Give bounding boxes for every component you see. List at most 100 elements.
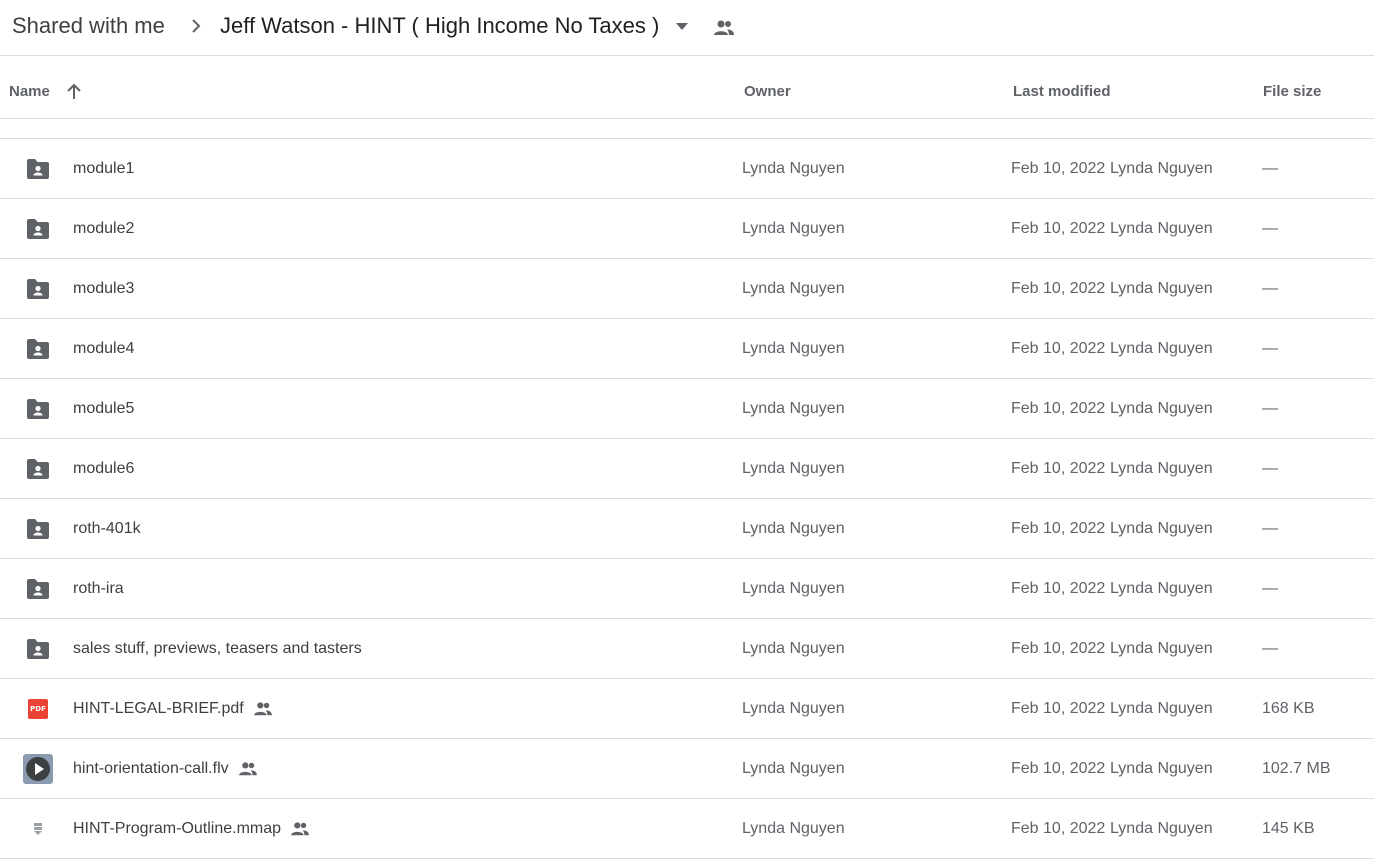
- file-row[interactable]: module6 Lynda Nguyen Feb 10, 2022 Lynda Ngu…: [0, 439, 1374, 499]
- shared-folder-icon: [22, 636, 54, 662]
- video-icon: [22, 754, 54, 784]
- file-name[interactable]: module2: [73, 219, 134, 239]
- file-name-text: module5: [73, 400, 135, 417]
- file-row[interactable]: hint-orientation-call.flv Lynda Nguyen Feb…: [0, 739, 1374, 799]
- file-size: —: [1262, 580, 1278, 597]
- file-modified-date: Feb 10, 2022: [1011, 400, 1106, 417]
- file-row[interactable]: module2 Lynda Nguyen Feb 10, 2022 Lynda Ngu…: [0, 199, 1374, 259]
- column-file-size-header[interactable]: File size: [1263, 83, 1321, 101]
- file-modified-date: Feb 10, 2022: [1011, 820, 1106, 837]
- file-name-text: module6: [73, 460, 135, 477]
- people-icon: [237, 761, 259, 777]
- file-modified-by: Lynda Nguyen: [1110, 580, 1213, 597]
- file-modified-date: Feb 10, 2022: [1011, 160, 1106, 177]
- people-icon: [252, 701, 274, 717]
- file-owner: Lynda Nguyen: [742, 760, 845, 777]
- breadcrumb-current-folder[interactable]: Jeff Watson - HINT ( High Income No Taxe…: [220, 12, 659, 40]
- shared-folder-icon: [22, 456, 54, 482]
- file-modified-date: Feb 10, 2022: [1011, 220, 1106, 237]
- shared-folder-icon: [22, 396, 54, 422]
- file-row[interactable]: roth-ira Lynda Nguyen Feb 10, 2022 Lynda Ng…: [0, 559, 1374, 619]
- file-modified-by: Lynda Nguyen: [1110, 460, 1213, 477]
- file-row[interactable]: module1 Lynda Nguyen Feb 10, 2022 Lynda Ngu…: [0, 139, 1374, 199]
- file-name[interactable]: roth-ira: [73, 579, 124, 599]
- file-size: —: [1262, 520, 1278, 537]
- file-row[interactable]: module5 Lynda Nguyen Feb 10, 2022 Lynda Ngu…: [0, 379, 1374, 439]
- file-modified-by: Lynda Nguyen: [1110, 760, 1213, 777]
- file-size: —: [1262, 340, 1278, 357]
- file-owner: Lynda Nguyen: [742, 700, 845, 717]
- file-name[interactable]: hint-orientation-call.flv: [73, 759, 259, 779]
- file-modified-date: Feb 10, 2022: [1011, 700, 1106, 717]
- file-modified-date: Feb 10, 2022: [1011, 280, 1106, 297]
- column-last-modified-header[interactable]: Last modified: [1013, 83, 1111, 101]
- breadcrumb-shared-with-me[interactable]: Shared with me: [12, 12, 165, 40]
- shared-folder-icon: [22, 516, 54, 542]
- people-icon: [712, 18, 736, 38]
- file-name-text: module3: [73, 280, 135, 297]
- file-size: —: [1262, 460, 1278, 477]
- file-modified-by: Lynda Nguyen: [1110, 640, 1213, 657]
- column-header: Name Owner Last modified File size: [0, 57, 1374, 119]
- file-name-text: hint-orientation-call.flv: [73, 760, 229, 777]
- file-owner: Lynda Nguyen: [742, 220, 845, 237]
- file-owner: Lynda Nguyen: [742, 280, 845, 297]
- file-owner: Lynda Nguyen: [742, 820, 845, 837]
- file-name-text: module2: [73, 220, 135, 237]
- file-name[interactable]: module3: [73, 279, 134, 299]
- file-name[interactable]: HINT-Program-Outline.mmap: [73, 819, 311, 839]
- file-owner: Lynda Nguyen: [742, 580, 845, 597]
- file-name[interactable]: module4: [73, 339, 134, 359]
- file-modified-by: Lynda Nguyen: [1110, 340, 1213, 357]
- file-name[interactable]: module6: [73, 459, 134, 479]
- shared-folder-icon: [22, 276, 54, 302]
- file-modified-date: Feb 10, 2022: [1011, 580, 1106, 597]
- pdf-badge-label: PDF: [28, 699, 48, 719]
- file-name[interactable]: module1: [73, 159, 134, 179]
- pdf-icon: PDF: [22, 696, 54, 722]
- file-size: 168 KB: [1262, 700, 1315, 717]
- caret-down-icon[interactable]: [674, 20, 690, 34]
- file-modified-date: Feb 10, 2022: [1011, 520, 1106, 537]
- file-row[interactable]: sales stuff, previews, teasers and taste…: [0, 619, 1374, 679]
- file-modified-by: Lynda Nguyen: [1110, 700, 1213, 717]
- file-modified-by: Lynda Nguyen: [1110, 220, 1213, 237]
- chevron-right-icon: [186, 16, 206, 36]
- file-modified-date: Feb 10, 2022: [1011, 340, 1106, 357]
- file-row[interactable]: module3 Lynda Nguyen Feb 10, 2022 Lynda Ngu…: [0, 259, 1374, 319]
- list-spacer: [0, 119, 1374, 139]
- file-name[interactable]: sales stuff, previews, teasers and taste…: [73, 639, 362, 659]
- file-name-text: HINT-Program-Outline.mmap: [73, 820, 282, 837]
- column-name-header[interactable]: Name: [9, 83, 50, 101]
- breadcrumb: Shared with me Jeff Watson - HINT ( High…: [0, 0, 1374, 56]
- file-modified-by: Lynda Nguyen: [1110, 280, 1213, 297]
- file-list: module1 Lynda Nguyen Feb 10, 2022 Lynda Ngu…: [0, 139, 1374, 859]
- file-owner: Lynda Nguyen: [742, 520, 845, 537]
- file-modified-by: Lynda Nguyen: [1110, 400, 1213, 417]
- file-size: 102.7 MB: [1262, 760, 1331, 777]
- file-name-text: roth-401k: [73, 520, 141, 537]
- file-owner: Lynda Nguyen: [742, 400, 845, 417]
- file-name-text: HINT-LEGAL-BRIEF.pdf: [73, 700, 244, 717]
- arrow-up-icon[interactable]: [64, 83, 84, 101]
- column-owner-header[interactable]: Owner: [744, 83, 791, 101]
- file-modified-date: Feb 10, 2022: [1011, 640, 1106, 657]
- file-name[interactable]: module5: [73, 399, 134, 419]
- file-modified-date: Feb 10, 2022: [1011, 760, 1106, 777]
- file-row[interactable]: roth-401k Lynda Nguyen Feb 10, 2022 Lynda N…: [0, 499, 1374, 559]
- file-modified-by: Lynda Nguyen: [1110, 520, 1213, 537]
- file-size: 145 KB: [1262, 820, 1315, 837]
- file-row[interactable]: PDF HINT-LEGAL-BRIEF.pdf Lynda Nguyen Feb 1…: [0, 679, 1374, 739]
- file-size: —: [1262, 640, 1278, 657]
- file-name[interactable]: HINT-LEGAL-BRIEF.pdf: [73, 699, 274, 719]
- file-name-text: sales stuff, previews, teasers and taste…: [73, 640, 362, 657]
- file-row[interactable]: HINT-Program-Outline.mmap Lynda Nguyen Feb…: [0, 799, 1374, 859]
- file-name-text: module1: [73, 160, 135, 177]
- shared-folder-icon: [22, 156, 54, 182]
- file-modified-by: Lynda Nguyen: [1110, 820, 1213, 837]
- file-size: —: [1262, 280, 1278, 297]
- file-owner: Lynda Nguyen: [742, 340, 845, 357]
- shared-folder-icon: [22, 216, 54, 242]
- file-name[interactable]: roth-401k: [73, 519, 141, 539]
- file-row[interactable]: module4 Lynda Nguyen Feb 10, 2022 Lynda Ngu…: [0, 319, 1374, 379]
